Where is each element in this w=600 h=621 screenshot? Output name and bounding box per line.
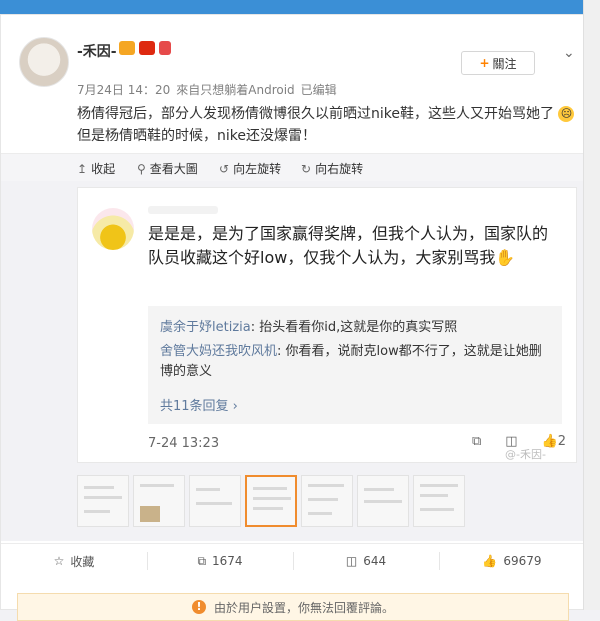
vip-badge-icon xyxy=(119,41,135,55)
collapse-button[interactable]: ↥ 收起 xyxy=(77,160,115,177)
medal-icon xyxy=(159,41,171,55)
reply-author: 虞余于妤letizia xyxy=(160,320,251,335)
plus-icon: + xyxy=(479,56,490,70)
scrollbar[interactable] xyxy=(583,0,600,610)
comment-disabled-notice: ! 由於用户設置，你無法回覆評論。 xyxy=(17,593,569,621)
repost-icon: ⧉ xyxy=(197,553,207,568)
commenter-name-redacted xyxy=(148,206,218,214)
reply-author: 舍管大妈还我吹风机 xyxy=(160,344,278,359)
commenter-avatar xyxy=(92,208,134,250)
thumbnail[interactable] xyxy=(301,475,353,527)
edited-label[interactable]: 已编辑 xyxy=(301,83,337,97)
rotate-left-icon: ↺ xyxy=(219,161,230,176)
favorite-label: 收藏 xyxy=(70,554,95,569)
comment-screenshot-image[interactable]: 是是是，是为了国家赢得奖牌，但我个人认为，国家队的队员收藏这个好low，仅我个人… xyxy=(77,187,577,463)
comment-count: 644 xyxy=(363,554,387,568)
favorite-button[interactable]: ☆ 收藏 xyxy=(1,544,147,578)
view-large-button[interactable]: ⚲ 查看大圖 xyxy=(137,160,198,177)
user-badges xyxy=(119,41,171,55)
thumbs-up-icon: 👍 xyxy=(482,554,498,568)
like-count: 69679 xyxy=(503,554,542,568)
thumbnail[interactable] xyxy=(77,475,129,527)
rotate-right-label: 向右旋转 xyxy=(315,162,364,176)
post-meta: 7月24日 14：20 來自只想躺着Android 已编辑 xyxy=(77,81,343,98)
comment-icon: ◫ xyxy=(345,554,358,568)
search-icon: ⚲ xyxy=(137,161,146,176)
screenshot-likes: 2 xyxy=(557,434,566,449)
rotate-left-button[interactable]: ↺ 向左旋转 xyxy=(219,160,281,177)
thumbnail-strip xyxy=(77,473,577,531)
notice-text: 由於用户設置，你無法回覆評論。 xyxy=(213,600,394,615)
rotate-left-label: 向左旋转 xyxy=(233,162,282,176)
view-large-label: 查看大圖 xyxy=(149,162,198,176)
follow-button[interactable]: + 關注 xyxy=(461,51,535,75)
thumbnail[interactable] xyxy=(189,475,241,527)
avatar[interactable] xyxy=(19,37,69,87)
screenshot-date: 7-24 13:23 xyxy=(148,436,220,451)
china-flag-icon xyxy=(139,41,155,55)
comment-button[interactable]: ◫ 644 xyxy=(293,544,439,578)
screenshot-comment-text: 是是是，是为了国家赢得奖牌，但我个人认为，国家队的队员收藏这个好low，仅我个人… xyxy=(148,222,562,270)
follow-label: 關注 xyxy=(492,56,517,71)
thumbnail[interactable] xyxy=(413,475,465,527)
reply-box: 虞余于妤letizia: 抬头看看你id,这就是你的真实写照 舍管大妈还我吹风机… xyxy=(148,306,562,424)
warning-icon: ! xyxy=(191,600,206,614)
weibo-post-card: -禾因- + 關注 ⌄ 7月24日 14：20 來自只想躺着Android 已编辑 … xyxy=(0,14,586,621)
thumbnail-active[interactable] xyxy=(245,475,297,527)
post-text-line1: 杨倩得冠后，部分人发现杨倩微博很久以前晒过nike鞋，这些人又开始骂她了 xyxy=(77,106,554,122)
reply-item: 虞余于妤letizia: 抬头看看你id,这就是你的真实写照 xyxy=(160,318,552,338)
screenshot-comment-body: 是是是，是为了国家赢得奖牌，但我个人认为，国家队的队员收藏这个好low，仅我个人… xyxy=(148,224,549,267)
post-source: 來自只想躺着Android xyxy=(176,83,295,97)
chevron-down-icon[interactable]: ⌄ xyxy=(563,45,575,61)
hand-emoji-icon: ✋ xyxy=(495,248,516,267)
sad-face-emoji-icon: ☹ xyxy=(558,106,575,122)
post-action-bar: ☆ 收藏 ⧉ 1674 ◫ 644 👍 69679 xyxy=(1,543,585,578)
reply-item: 舍管大妈还我吹风机: 你看看，说耐克low都不行了，这就是让她删博的意义 xyxy=(160,342,552,382)
share-icon: ⧉ xyxy=(471,434,482,449)
reply-text: : 抬头看看你id,这就是你的真实写照 xyxy=(250,320,458,335)
more-replies-link: 共11条回复 › xyxy=(160,399,238,414)
post-text-line2: 但是杨倩晒鞋的时候，nike还没爆雷！ xyxy=(77,128,316,144)
thumbnail[interactable] xyxy=(357,475,409,527)
thumbnail[interactable] xyxy=(133,475,185,527)
star-icon: ☆ xyxy=(53,554,65,568)
repost-button[interactable]: ⧉ 1674 xyxy=(147,544,293,578)
username[interactable]: -禾因- xyxy=(77,41,117,61)
like-button[interactable]: 👍 69679 xyxy=(439,544,585,578)
rotate-right-button[interactable]: ↻ 向右旋转 xyxy=(301,160,363,177)
rotate-right-icon: ↻ xyxy=(301,161,312,176)
post-date[interactable]: 7月24日 14：20 xyxy=(77,83,170,97)
collapse-icon: ↥ xyxy=(77,161,88,176)
post-text: 杨倩得冠后，部分人发现杨倩微博很久以前晒过nike鞋，这些人又开始骂她了 ☹ 但… xyxy=(77,103,577,147)
repost-count: 1674 xyxy=(212,554,243,568)
media-toolbar: ↥ 收起 ⚲ 查看大圖 ↺ 向左旋转 ↻ 向右旋转 xyxy=(1,153,585,182)
watermark: @-禾因- xyxy=(505,448,546,461)
collapse-label: 收起 xyxy=(91,162,116,176)
